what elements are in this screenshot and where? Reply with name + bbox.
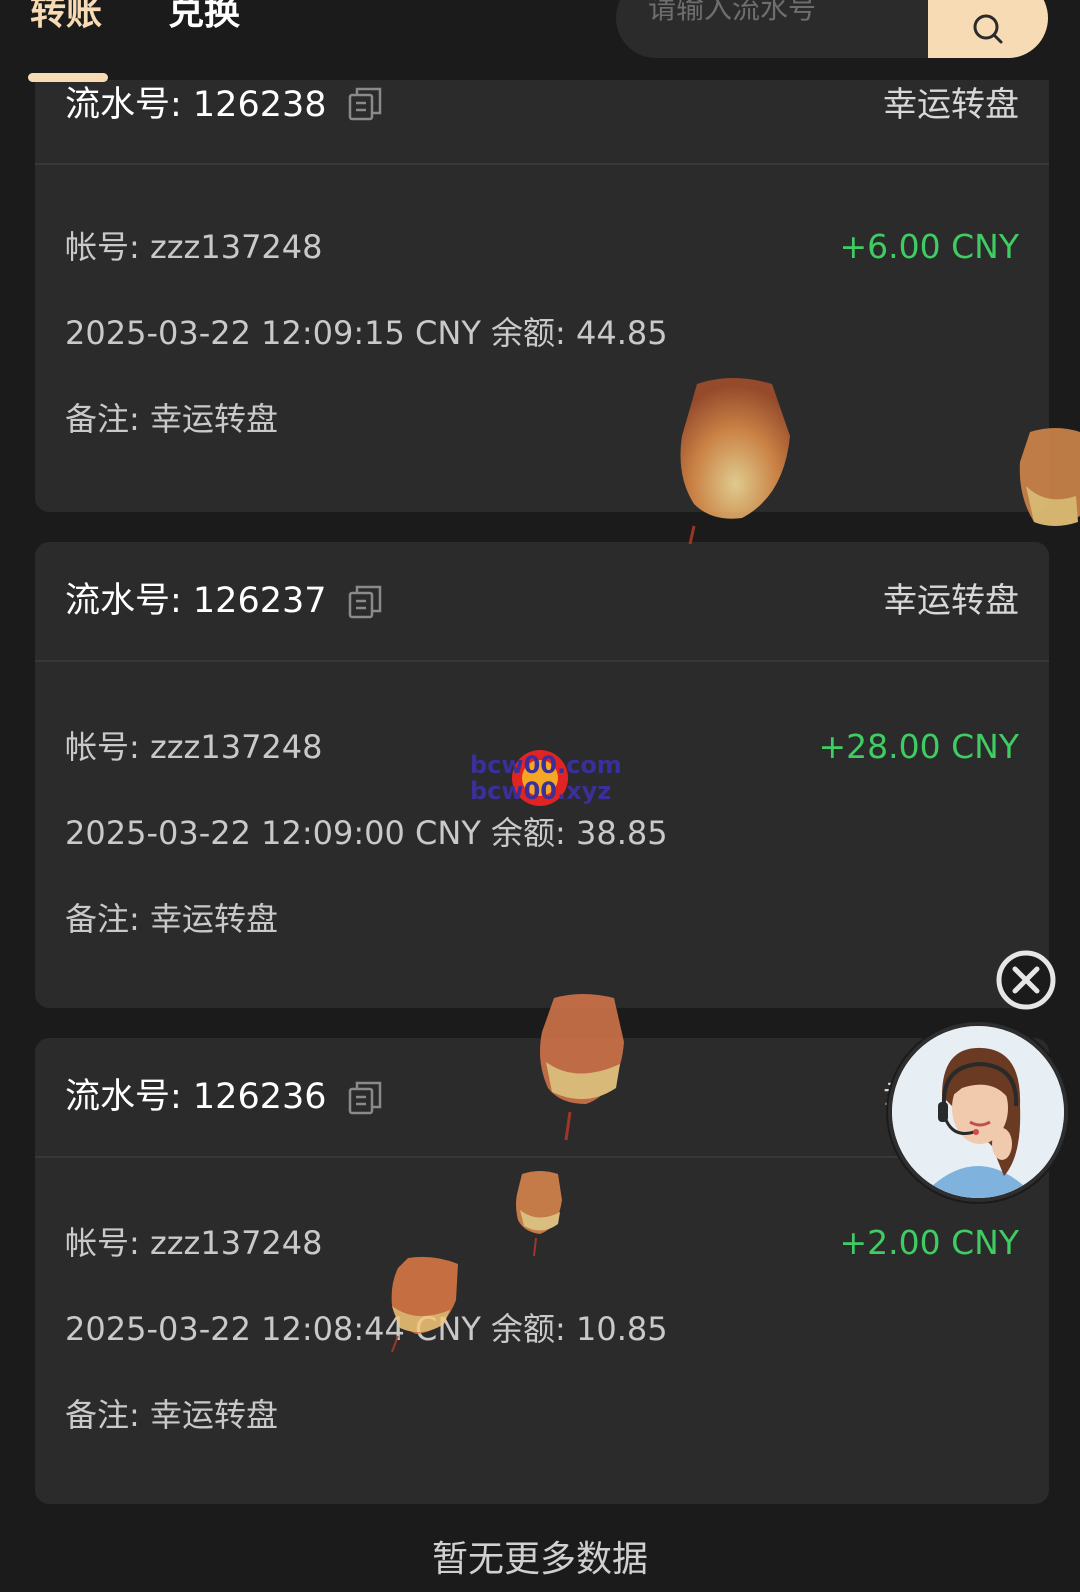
watermark: bcw00.com bcw00.xyz [470,748,630,808]
search-icon [973,14,1003,44]
copy-icon[interactable] [347,1080,383,1116]
account-number: 帐号: zzz137248 [65,228,323,266]
record-type: 幸运转盘 [883,85,1019,125]
account-number: 帐号: zzz137248 [65,728,323,766]
lantern-decoration [516,1171,562,1257]
serial-number: 流水号: 126237 [65,581,327,621]
lantern-decoration [680,378,790,545]
serial-number: 流水号: 126236 [65,1077,327,1117]
lantern-decoration [1019,428,1080,526]
time-balance: 2025-03-22 12:09:15 CNY 余额: 44.85 [65,314,668,352]
lantern-decoration [391,1256,458,1353]
active-tab-indicator [28,73,108,82]
watermark-line-1: bcw00.com [470,751,622,779]
amount: +28.00 CNY [818,727,1020,766]
tab-transfer[interactable]: 转账 [30,0,102,38]
top-bar: 转账 兑换 [0,0,1080,82]
search-button[interactable] [928,0,1048,58]
copy-icon[interactable] [347,584,383,620]
note: 备注: 幸运转盘 [65,900,278,938]
search-box [616,0,1048,58]
note: 备注: 幸运转盘 [65,400,278,438]
time-balance: 2025-03-22 12:08:44 CNY 余额: 10.85 [65,1310,668,1348]
search-input[interactable] [648,0,928,30]
close-icon[interactable] [996,950,1056,1010]
watermark-line-2: bcw00.xyz [470,777,612,805]
lantern-decoration [540,994,624,1141]
no-more-data-text: 暂无更多数据 [431,1539,648,1580]
record-type: 幸运转盘 [883,581,1019,621]
serial-number: 流水号: 126238 [65,85,327,125]
copy-icon[interactable] [347,86,383,122]
time-balance: 2025-03-22 12:09:00 CNY 余额: 38.85 [65,814,668,852]
tab-exchange[interactable]: 兑换 [168,0,240,38]
amount: +2.00 CNY [839,1223,1019,1262]
customer-service-avatar[interactable] [888,1022,1068,1202]
note: 备注: 幸运转盘 [65,1396,278,1434]
amount: +6.00 CNY [839,227,1019,266]
account-number: 帐号: zzz137248 [65,1224,323,1262]
support-agent-icon [892,1026,1064,1198]
record-card-header: 流水号: 126237 幸运转盘 [35,542,1049,662]
